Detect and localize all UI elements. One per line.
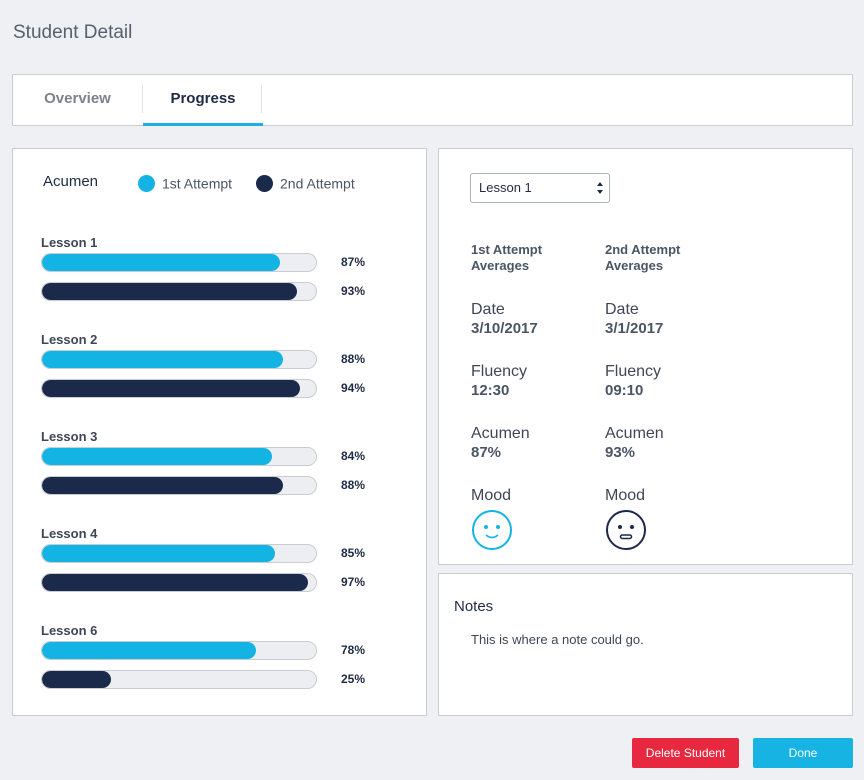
select-arrows-icon <box>597 182 603 194</box>
lesson-progress: Lesson 3 84% 88% <box>41 429 381 499</box>
mood-label: Mood <box>605 487 646 504</box>
second-attempt-bar-track <box>41 670 317 689</box>
lesson-progress: Lesson 6 78% 25% <box>41 623 381 693</box>
page-title: Student Detail <box>13 22 133 43</box>
lesson-title: Lesson 2 <box>41 332 98 347</box>
date-value: 3/10/2017 <box>471 320 538 337</box>
done-button[interactable]: Done <box>753 738 853 768</box>
first-attempt-percent: 87% <box>341 255 366 269</box>
second-attempt-percent: 88% <box>341 478 366 492</box>
tab-progress[interactable]: Progress <box>143 75 263 126</box>
date-label: Date <box>605 301 639 318</box>
second-mood-stat: Mood <box>605 486 735 550</box>
happy-face-icon <box>472 510 512 550</box>
second-attempt-bar-fill <box>42 574 308 591</box>
delete-student-button[interactable]: Delete Student <box>632 738 739 768</box>
fluency-value: 09:10 <box>605 382 644 399</box>
notes-panel: Notes This is where a note could go. <box>438 573 853 716</box>
lesson-title: Lesson 3 <box>41 429 98 444</box>
first-attempt-bar-track <box>41 447 317 466</box>
lesson-select[interactable]: Lesson 1 <box>470 173 610 203</box>
acumen-label: Acumen <box>605 425 664 442</box>
tab-bar: Overview Progress <box>12 74 853 126</box>
second-attempt-bar-fill <box>42 283 297 300</box>
tab-divider <box>261 85 262 113</box>
first-attempt-bar-track <box>41 350 317 369</box>
legend-dot-first <box>138 174 155 192</box>
first-mood-stat: Mood <box>471 486 601 550</box>
first-attempt-bar-fill <box>42 254 281 271</box>
first-attempt-bar-track <box>41 641 317 660</box>
tab-overview[interactable]: Overview <box>13 75 142 126</box>
notes-text[interactable]: This is where a note could go. <box>471 632 644 647</box>
first-attempt-bar-fill <box>42 642 256 659</box>
second-date-stat: Date 3/1/2017 <box>605 300 735 338</box>
second-attempt-bar-fill <box>42 671 111 688</box>
legend-second-attempt: 2nd Attempt <box>256 174 355 192</box>
fluency-label: Fluency <box>471 363 528 380</box>
acumen-label: Acumen <box>471 425 530 442</box>
first-attempt-percent: 85% <box>341 546 366 560</box>
second-attempt-bar-track <box>41 379 317 398</box>
legend-dot-second <box>256 174 273 192</box>
second-attempt-heading: 2nd Attempt Averages <box>605 242 681 273</box>
first-attempt-bar-fill <box>42 351 284 368</box>
notes-title: Notes <box>454 598 494 615</box>
first-attempt-column: 1st Attempt Averages Date 3/10/2017 Flue… <box>471 242 601 550</box>
first-attempt-percent: 78% <box>341 643 366 657</box>
fluency-label: Fluency <box>605 363 662 380</box>
first-attempt-bar-track <box>41 253 317 272</box>
second-attempt-bar-fill <box>42 380 300 397</box>
second-attempt-percent: 25% <box>341 672 366 686</box>
first-date-stat: Date 3/10/2017 <box>471 300 601 338</box>
first-attempt-percent: 88% <box>341 352 366 366</box>
second-attempt-bar-fill <box>42 477 284 494</box>
legend-first-attempt: 1st Attempt <box>138 174 232 192</box>
second-attempt-bar-track <box>41 476 317 495</box>
second-attempt-percent: 93% <box>341 284 366 298</box>
lesson-title: Lesson 4 <box>41 526 98 541</box>
first-attempt-bar-fill <box>42 545 275 562</box>
acumen-value: 93% <box>605 444 636 461</box>
date-label: Date <box>471 301 505 318</box>
first-attempt-heading: 1st Attempt Averages <box>471 242 543 273</box>
lesson-progress: Lesson 2 88% 94% <box>41 332 381 402</box>
progress-title: Acumen <box>43 173 99 190</box>
second-attempt-column: 2nd Attempt Averages Date 3/1/2017 Fluen… <box>605 242 735 550</box>
mood-label: Mood <box>471 487 512 504</box>
lesson-title: Lesson 6 <box>41 623 98 638</box>
second-attempt-percent: 97% <box>341 575 366 589</box>
lesson-select-value: Lesson 1 <box>479 180 532 195</box>
second-attempt-bar-track <box>41 282 317 301</box>
neutral-face-icon <box>606 510 646 550</box>
first-acumen-stat: Acumen 87% <box>471 424 601 462</box>
second-fluency-stat: Fluency 09:10 <box>605 362 735 400</box>
acumen-value: 87% <box>471 444 502 461</box>
second-acumen-stat: Acumen 93% <box>605 424 735 462</box>
date-value: 3/1/2017 <box>605 320 664 337</box>
first-fluency-stat: Fluency 12:30 <box>471 362 601 400</box>
second-attempt-percent: 94% <box>341 381 366 395</box>
first-attempt-percent: 84% <box>341 449 366 463</box>
lesson-progress: Lesson 4 85% 97% <box>41 526 381 596</box>
lesson-title: Lesson 1 <box>41 235 98 250</box>
first-attempt-bar-track <box>41 544 317 563</box>
progress-panel: Acumen 1st Attempt 2nd Attempt Lesson 1 8… <box>12 148 427 716</box>
stats-panel: Lesson 1 1st Attempt Averages Date 3/10/… <box>438 148 853 565</box>
fluency-value: 12:30 <box>471 382 510 399</box>
first-attempt-bar-fill <box>42 448 273 465</box>
second-attempt-bar-track <box>41 573 317 592</box>
lesson-progress: Lesson 1 87% 93% <box>41 235 381 305</box>
